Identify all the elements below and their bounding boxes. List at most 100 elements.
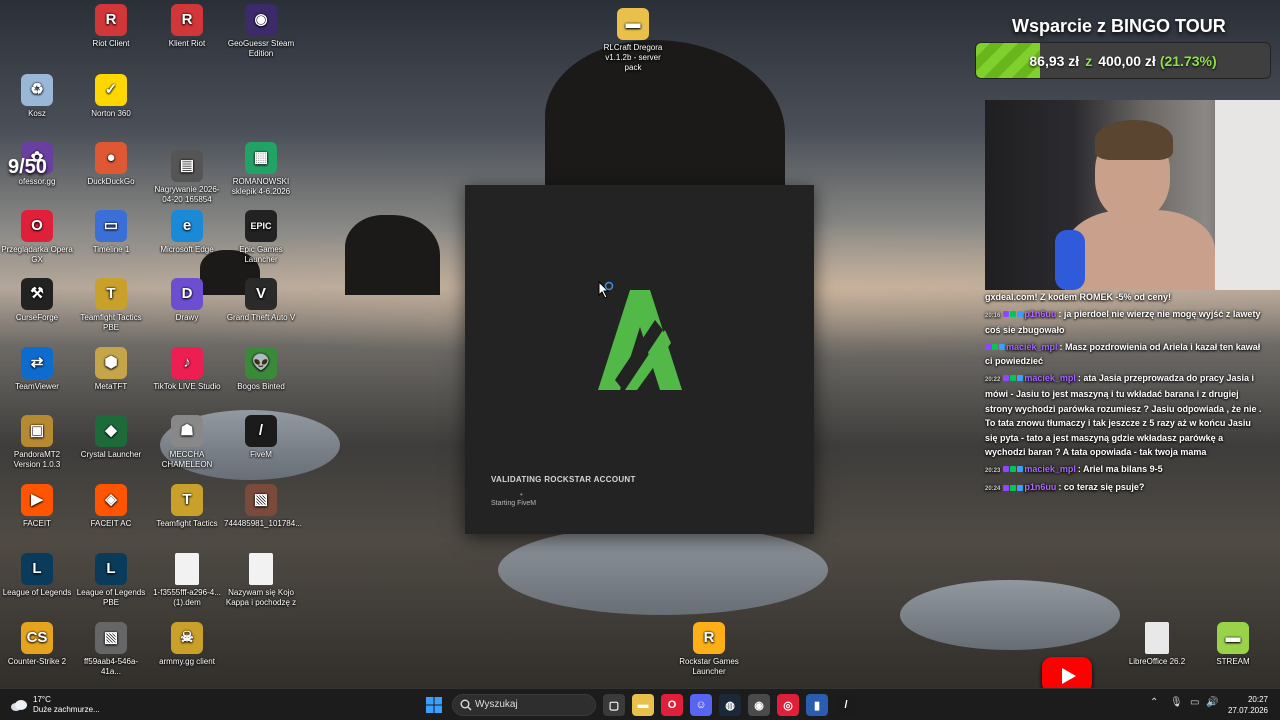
webcam-streamer-body <box>1065 210 1215 290</box>
desktop-icon[interactable]: ◈ FACEIT AC <box>74 484 148 529</box>
desktop-icon[interactable]: ▦ ROMANOWSKI sklepik 4-6.2026 <box>224 142 298 197</box>
desktop-icon[interactable]: L League of Legends PBE <box>74 553 148 608</box>
desktop-icon[interactable]: R Klient Riot <box>150 4 224 49</box>
desktop-icon[interactable]: ● DuckDuckGo <box>74 142 148 187</box>
donation-goal: 400,00 zł <box>1098 52 1156 69</box>
desktop-icon[interactable]: ▤ Nagrywanie 2026-04-20 165854 <box>150 150 224 205</box>
desktop-icon[interactable]: ✓ Norton 360 <box>74 74 148 119</box>
fivem-icon[interactable]: / <box>835 694 857 716</box>
desktop-icon[interactable]: LibreOffice 26.2 <box>1120 622 1194 667</box>
chat-badge-icon <box>1010 484 1017 491</box>
streamlabs-icon[interactable]: ◎ <box>777 694 799 716</box>
donation-connector: z <box>1085 52 1093 69</box>
display-tray-icon[interactable]: ▭ <box>1190 697 1199 708</box>
desktop-icon-label: Teamfight Tactics <box>156 519 218 528</box>
crystal-launcher-icon: ◆ <box>95 415 127 447</box>
desktop-icon[interactable]: / FiveM <box>224 415 298 460</box>
desktop-icon[interactable]: ◆ Crystal Launcher <box>74 415 148 460</box>
webcam-background-shelf <box>1215 100 1280 290</box>
desktop-icon-label: Przeglądarka Opera GX <box>1 245 73 264</box>
taskbar-clock[interactable]: 20:27 27.07.2026 <box>1222 694 1268 716</box>
desktop-icon[interactable]: T Teamfight Tactics <box>150 484 224 529</box>
chrome-icon[interactable]: ◉ <box>748 694 770 716</box>
desktop-icon-label: ff59aab4-546a-41a... <box>83 657 139 676</box>
lol-icon: L <box>21 553 53 585</box>
opera-gx-icon[interactable]: O <box>661 694 683 716</box>
desktop-icon-label: LibreOffice 26.2 <box>1128 657 1186 666</box>
microphone-tray-icon[interactable]: 🎙 <box>1170 697 1183 708</box>
desktop-icon[interactable]: ◉ GeoGuessr Steam Edition <box>224 4 298 59</box>
desktop-icon[interactable]: V Grand Theft Auto V <box>224 278 298 323</box>
desktop-icon-label: MetaTFT <box>94 382 128 391</box>
tray-overflow-icon[interactable]: ⌃ <box>1150 697 1158 708</box>
chat-badge-icon <box>1017 375 1024 382</box>
desktop-icon[interactable]: ⚒ CurseForge <box>0 278 74 323</box>
taskbar-search-box[interactable]: Wyszukaj <box>452 694 596 716</box>
desktop-icon[interactable]: ▬ STREAM <box>1196 622 1270 667</box>
desktop-icon[interactable]: D Drawy <box>150 278 224 323</box>
steam-icon[interactable]: ◍ <box>719 694 741 716</box>
desktop-icon[interactable]: ▭ Timeline 1 <box>74 210 148 255</box>
desktop-icon-label: Norton 360 <box>91 109 131 118</box>
armmy-icon: ☠ <box>171 622 203 654</box>
desktop-icon-label: MECCHA CHAMELEON <box>161 450 213 469</box>
chat-username: maciek_mpl <box>1006 341 1058 352</box>
opera-gx-icon: O <box>21 210 53 242</box>
desktop-icon[interactable]: ☠ armmy.gg client <box>150 622 224 667</box>
audio-app-icon[interactable]: ▮ <box>806 694 828 716</box>
desktop-icon-label: Klient Riot <box>168 39 206 48</box>
desktop-icon-label: Nagrywanie 2026-04-20 165854 <box>154 185 220 204</box>
desktop-icon-label: Rockstar Games Launcher <box>679 657 739 676</box>
chat-timestamp: 20:16 <box>985 312 1001 319</box>
desktop-icon[interactable]: 1-f3555fff-a296-4... (1).dem <box>150 553 224 608</box>
desktop-icon[interactable]: 👽 Bogos Binted <box>224 347 298 392</box>
chat-text: : ata Jasia przeprowadza do pracy Jasia … <box>985 372 1262 458</box>
volume-icon[interactable]: 🔊 <box>1206 697 1218 708</box>
chat-badge-icon <box>1003 375 1010 382</box>
folder-icon[interactable]: ▬ <box>632 694 654 716</box>
pandora-icon: ▣ <box>21 415 53 447</box>
desktop-icon[interactable]: T Teamfight Tactics PBE <box>74 278 148 333</box>
desktop-icon[interactable]: ⬢ MetaTFT <box>74 347 148 392</box>
desktop-icon-label: Timeline 1 <box>92 245 130 254</box>
desktop-icon-label: PandoraMT2 Version 1.0.3 <box>13 450 61 469</box>
chat-text: gxdeal.com! Z kodem ROMEK -5% od ceny! <box>985 292 1172 302</box>
desktop-icon[interactable]: ♪ TikTok LIVE Studio <box>150 347 224 392</box>
windows-start-icon[interactable] <box>426 697 442 713</box>
desktop-icon-label: Microsoft Edge <box>160 245 214 254</box>
desktop-icon[interactable]: R Rockstar Games Launcher <box>672 622 746 677</box>
desktop-icon-label: Nazywam się Kojo Kappa i pochodzę z <box>225 588 297 607</box>
faceit-icon: ▶ <box>21 484 53 516</box>
fivem-loading-window[interactable]: VALIDATING ROCKSTAR ACCOUNT • Starting F… <box>465 185 814 534</box>
fivem-substatus-text: Starting FiveM <box>491 500 537 507</box>
desktop-icon[interactable]: R Riot Client <box>74 4 148 49</box>
desktop-icon[interactable]: L League of Legends <box>0 553 74 598</box>
desktop-icon[interactable]: EPIC Epic Games Launcher <box>224 210 298 265</box>
desktop-icon[interactable]: Nazywam się Kojo Kappa i pochodzę z <box>224 553 298 608</box>
video-icon: ▤ <box>171 150 203 182</box>
desktop-icon[interactable]: ▧ 744485981_101784... <box>224 484 302 529</box>
desktop-icon[interactable]: ⇄ TeamViewer <box>0 347 74 392</box>
desktop-icon[interactable]: ▧ ff59aab4-546a-41a... <box>74 622 148 677</box>
stream-chat: gxdeal.com! Z kodem ROMEK -5% od ceny! 20… <box>985 290 1265 499</box>
desktop-icon[interactable]: ☗ MECCHA CHAMELEON <box>150 415 224 470</box>
desktop-icon[interactable]: ▶ FACEIT <box>0 484 74 529</box>
desktop-icon-label: Bogos Binted <box>237 382 285 391</box>
desktop-icon[interactable]: ♻ Kosz <box>0 74 74 119</box>
donation-progress-text: 86,93 zł z 400,00 zł (21.73%) <box>976 43 1270 78</box>
lol-icon: L <box>95 553 127 585</box>
desktop-icon[interactable]: e Microsoft Edge <box>150 210 224 255</box>
desktop-icon[interactable]: ▣ PandoraMT2 Version 1.0.3 <box>0 415 74 470</box>
file-icon <box>175 553 199 585</box>
cloud-icon <box>11 700 27 711</box>
file-explorer-icon[interactable]: ▢ <box>603 694 625 716</box>
chat-badge-icon <box>1017 311 1024 318</box>
desktop-icon[interactable]: ▬ RLCraft Dregora v1.1.2b - server pack <box>596 8 670 73</box>
chat-message: 20:16 p1n6uu: ja pierdoel nie wierzę nie … <box>985 307 1265 338</box>
desktop-icon-label: Epic Games Launcher <box>239 245 283 264</box>
desktop-icon[interactable]: O Przeglądarka Opera GX <box>0 210 74 265</box>
recycle-bin-icon: ♻ <box>21 74 53 106</box>
desktop-icon-label: armmy.gg client <box>159 657 215 666</box>
discord-icon[interactable]: ☺ <box>690 694 712 716</box>
desktop-icon[interactable]: CS Counter-Strike 2 <box>0 622 74 667</box>
